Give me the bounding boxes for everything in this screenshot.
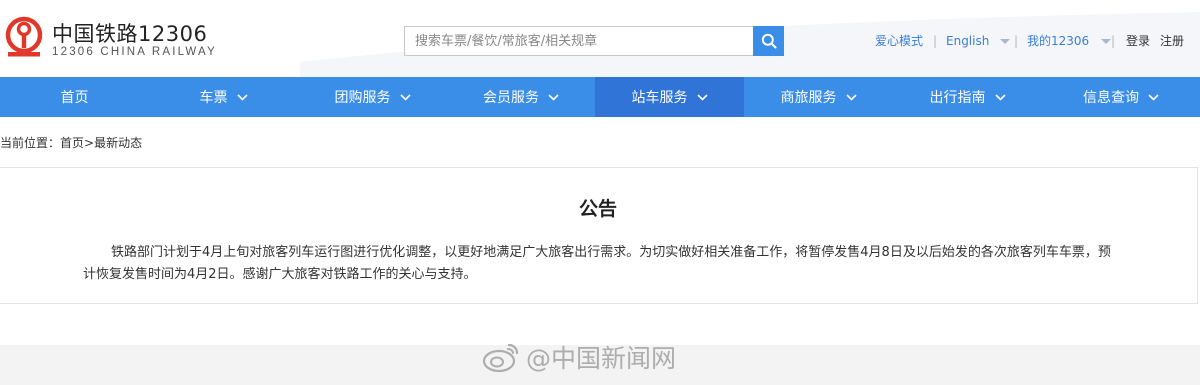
chevron-down-icon bbox=[236, 93, 248, 101]
care-mode-link[interactable]: 爱心模式 bbox=[875, 33, 923, 49]
nav-item-info-query[interactable]: 信息查询 bbox=[1042, 77, 1200, 117]
top-links-separator: | bbox=[1111, 34, 1116, 48]
register-link[interactable]: 注册 bbox=[1160, 33, 1184, 49]
language-label: English bbox=[946, 34, 990, 48]
chevron-down-icon bbox=[399, 93, 411, 101]
nav-item-label: 信息查询 bbox=[1083, 90, 1139, 106]
chevron-down-icon bbox=[1101, 39, 1112, 44]
breadcrumb-home-link[interactable]: 首页 bbox=[60, 136, 84, 150]
nav-item-label: 团购服务 bbox=[334, 90, 391, 106]
site-header: 中国铁路12306 12306 CHINA RAILWAY 爱心模式 | Eng… bbox=[0, 0, 1200, 77]
breadcrumb-current: 最新动态 bbox=[94, 136, 143, 150]
nav-item-group-services[interactable]: 团购服务 bbox=[298, 77, 447, 117]
nav-item-home[interactable]: 首页 bbox=[0, 77, 149, 117]
top-links-separator: | bbox=[933, 34, 938, 48]
notice-panel: 公告 铁路部门计划于4月上旬对旅客列车运行图进行优化调整，以更好地满足广大旅客出… bbox=[0, 167, 1198, 304]
nav-item-travel-guide[interactable]: 出行指南 bbox=[893, 77, 1042, 117]
chevron-down-icon bbox=[548, 93, 559, 101]
nav-item-tickets[interactable]: 车票 bbox=[149, 77, 298, 117]
weibo-icon bbox=[482, 343, 519, 373]
nav-item-label: 出行指南 bbox=[929, 90, 986, 106]
notice-title: 公告 bbox=[578, 198, 617, 220]
chevron-down-icon bbox=[1148, 93, 1159, 101]
nav-item-business-travel[interactable]: 商旅服务 bbox=[744, 77, 893, 117]
nav-item-label: 首页 bbox=[60, 90, 89, 106]
breadcrumb-separator: > bbox=[84, 136, 95, 150]
breadcrumb-prefix: 当前位置： bbox=[0, 136, 61, 150]
top-links-separator: | bbox=[1014, 34, 1019, 48]
nav-item-label: 商旅服务 bbox=[780, 90, 837, 106]
breadcrumb: 当前位置：首页>最新动态 bbox=[0, 134, 142, 151]
nav-item-label: 会员服务 bbox=[483, 90, 539, 106]
watermark: @中国新闻网 bbox=[482, 337, 676, 377]
language-switch[interactable]: English bbox=[946, 33, 1011, 49]
top-links: 爱心模式 | English | 我的12306 | 登录 注册 bbox=[0, 33, 1200, 51]
main-nav: 首页 车票 团购服务 会员服务 站车服务 商旅服务 出行指南 信息查询 bbox=[0, 77, 1200, 117]
watermark-text: @中国新闻网 bbox=[526, 344, 677, 373]
my12306-link[interactable]: 我的12306 bbox=[1027, 33, 1112, 49]
nav-item-member-services[interactable]: 会员服务 bbox=[447, 77, 595, 117]
my12306-label: 我的12306 bbox=[1027, 34, 1090, 48]
nav-item-station-services[interactable]: 站车服务 bbox=[595, 77, 744, 117]
notice-body: 铁路部门计划于4月上旬对旅客列车运行图进行优化调整，以更好地满足广大旅客出行需求… bbox=[83, 245, 1111, 282]
login-link[interactable]: 登录 bbox=[1126, 33, 1150, 49]
chevron-down-icon bbox=[1000, 39, 1011, 44]
chevron-down-icon bbox=[845, 93, 857, 101]
nav-item-label: 车票 bbox=[199, 90, 228, 106]
chevron-down-icon bbox=[994, 93, 1006, 101]
nav-item-label: 站车服务 bbox=[631, 90, 688, 106]
chevron-down-icon bbox=[696, 93, 708, 101]
